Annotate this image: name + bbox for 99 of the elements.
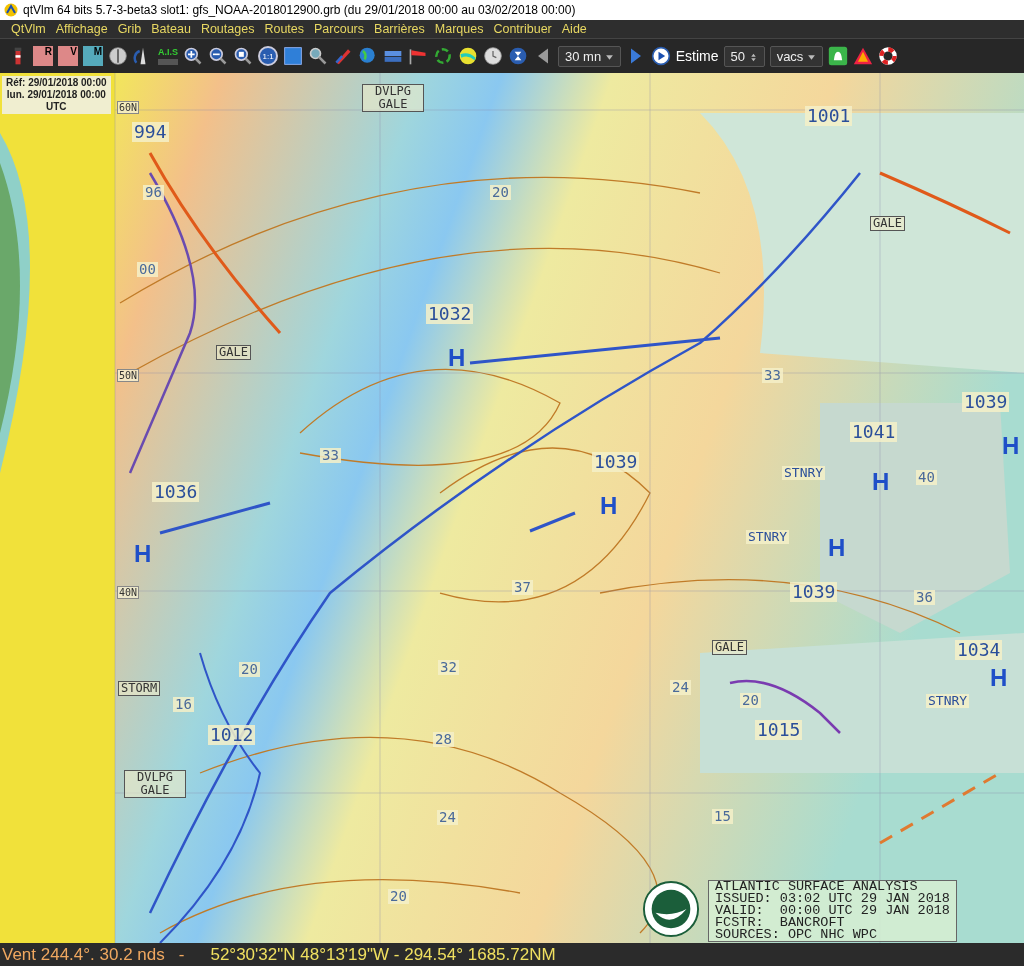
estimate-spinbox[interactable]: 50	[723, 45, 765, 67]
legend-line: VALID: 00:00 UTC 29 JAN 2018	[715, 905, 950, 917]
reference-date-text: UTC	[46, 101, 67, 113]
map-layer-button[interactable]: R	[33, 46, 53, 66]
warning-label: STORM	[118, 681, 161, 696]
zoom-fit-icon[interactable]	[233, 46, 253, 66]
map-layer-button[interactable]: V	[58, 46, 78, 66]
pressure-value: 1034	[955, 640, 1003, 660]
legend-line: FCSTR: BANCROFT	[715, 917, 846, 929]
compass-icon[interactable]	[108, 46, 128, 66]
hourglass-icon[interactable]	[508, 46, 528, 66]
menu-item[interactable]: Bateau	[146, 22, 196, 36]
latitude-label: 60N	[117, 101, 140, 114]
pressure-value: 994	[132, 122, 169, 142]
high-pressure-marker: H	[872, 468, 890, 496]
time-step-dropdown[interactable]: 30 mn	[558, 45, 621, 67]
isobar-value: 28	[433, 732, 454, 748]
high-pressure-marker: H	[990, 664, 1008, 692]
spin-arrows-icon	[748, 52, 758, 62]
high-pressure-marker: H	[1002, 432, 1020, 460]
globe-icon[interactable]	[358, 46, 378, 66]
warning-label: GALE	[712, 640, 747, 655]
menu-item[interactable]: Contribuer	[488, 22, 557, 36]
isobar-value: 33	[762, 368, 783, 384]
pressure-value: 1012	[208, 725, 256, 745]
search-icon[interactable]	[308, 46, 328, 66]
isobar-value: 40	[916, 470, 937, 486]
weather-ball-icon[interactable]	[458, 46, 478, 66]
isobar-value: 24	[670, 680, 691, 696]
isobar-value: 96	[143, 185, 164, 201]
estimate-label: Estime	[675, 48, 719, 64]
pressure-value: 1041	[850, 422, 898, 442]
pressure-value: 1001	[805, 106, 853, 126]
menu-item[interactable]: Parcours	[309, 22, 370, 36]
isobar-value: 20	[239, 662, 260, 678]
app-logo-icon	[4, 3, 18, 17]
warning-label: DVLPG GALE	[124, 770, 186, 798]
isobar-value: 33	[320, 448, 341, 464]
high-pressure-marker: H	[828, 534, 846, 562]
latitude-label: 50N	[117, 369, 140, 382]
isobar-value: 20	[490, 185, 511, 201]
cursor-position-readout: 52°30'32"N 48°13'19"W - 294.54° 1685.72NM	[210, 944, 556, 965]
ais-button[interactable]: A.I.S	[158, 47, 178, 65]
front-label: STNRY	[746, 530, 790, 545]
menu-item[interactable]: Aide	[556, 22, 592, 36]
pressure-value: 1039	[592, 452, 640, 472]
pressure-value: 1032	[426, 304, 474, 324]
isobar-value: 20	[388, 889, 409, 905]
legend-line: ATLANTIC SURFACE ANALYSIS	[715, 881, 918, 893]
windsock-icon[interactable]	[408, 46, 428, 66]
zoom-actual-size-button[interactable]: 1:1	[258, 46, 278, 66]
menu-item[interactable]: Affichage	[50, 22, 113, 36]
caret-icon	[604, 52, 614, 62]
legend-line: SOURCES: OPC NHC WPC	[715, 929, 879, 941]
menu-item[interactable]: Routes	[259, 22, 309, 36]
front-label: STNRY	[926, 694, 970, 709]
zoom-in-icon[interactable]	[183, 46, 203, 66]
isobar-value: 36	[914, 590, 935, 606]
menu-item[interactable]: QtVlm	[6, 22, 51, 36]
clock-icon[interactable]	[483, 46, 503, 66]
high-pressure-marker: H	[134, 540, 152, 568]
isobar-value: 24	[437, 810, 458, 826]
zoom-out-icon[interactable]	[208, 46, 228, 66]
front-label: STNRY	[782, 466, 826, 481]
bell-icon[interactable]	[828, 46, 848, 66]
high-pressure-marker: H	[448, 344, 466, 372]
menu-item[interactable]: Routages	[195, 22, 260, 36]
warning-sign-icon[interactable]	[853, 46, 873, 66]
pressure-value: 1039	[790, 582, 838, 602]
pressure-value: 1039	[962, 392, 1010, 412]
isobar-value: 32	[438, 660, 459, 676]
warning-label: GALE	[870, 216, 905, 231]
window-title: qtVlm 64 bits 5.7-3-beta3 slot1: gfs_NOAA-2018012900.grb (du 29/01/2018 00:00 au 03/02/2018 00:00)	[23, 3, 576, 17]
lifebuoy-icon[interactable]	[878, 46, 898, 66]
wind-readout: Vent 244.4°. 30.2 nds	[2, 944, 165, 965]
pressure-value: 1036	[152, 482, 200, 502]
square-icon[interactable]	[283, 46, 303, 66]
warning-label: GALE	[216, 345, 251, 360]
isobar-value: 16	[173, 697, 194, 713]
menu-item[interactable]: Grib	[112, 22, 147, 36]
isobar-value: 20	[740, 693, 761, 709]
latitude-label: 40N	[117, 586, 140, 599]
unit-dropdown[interactable]: vacs	[769, 45, 823, 67]
play-icon[interactable]	[650, 46, 671, 66]
isobar-value: 37	[512, 580, 533, 596]
menu-item[interactable]: Barrières	[369, 22, 430, 36]
isobar-value: 15	[712, 809, 733, 825]
legend-line: ISSUED: 03:02 UTC 29 JAN 2018	[715, 893, 950, 905]
reference-date-text: Réf: 29/01/2018 00:00	[6, 77, 107, 89]
high-pressure-marker: H	[600, 492, 618, 520]
menu-item[interactable]: Marques	[429, 22, 489, 36]
reference-date-text: lun. 29/01/2018 00:00	[6, 89, 106, 101]
separator-text: -	[178, 944, 185, 965]
isobar-value: 00	[137, 262, 158, 278]
caret-icon	[807, 52, 816, 62]
map-layer-button[interactable]: M	[83, 46, 103, 66]
agency-seal-icon	[642, 880, 700, 938]
warning-label: DVLPG GALE	[362, 84, 424, 112]
pressure-value: 1015	[755, 720, 803, 740]
